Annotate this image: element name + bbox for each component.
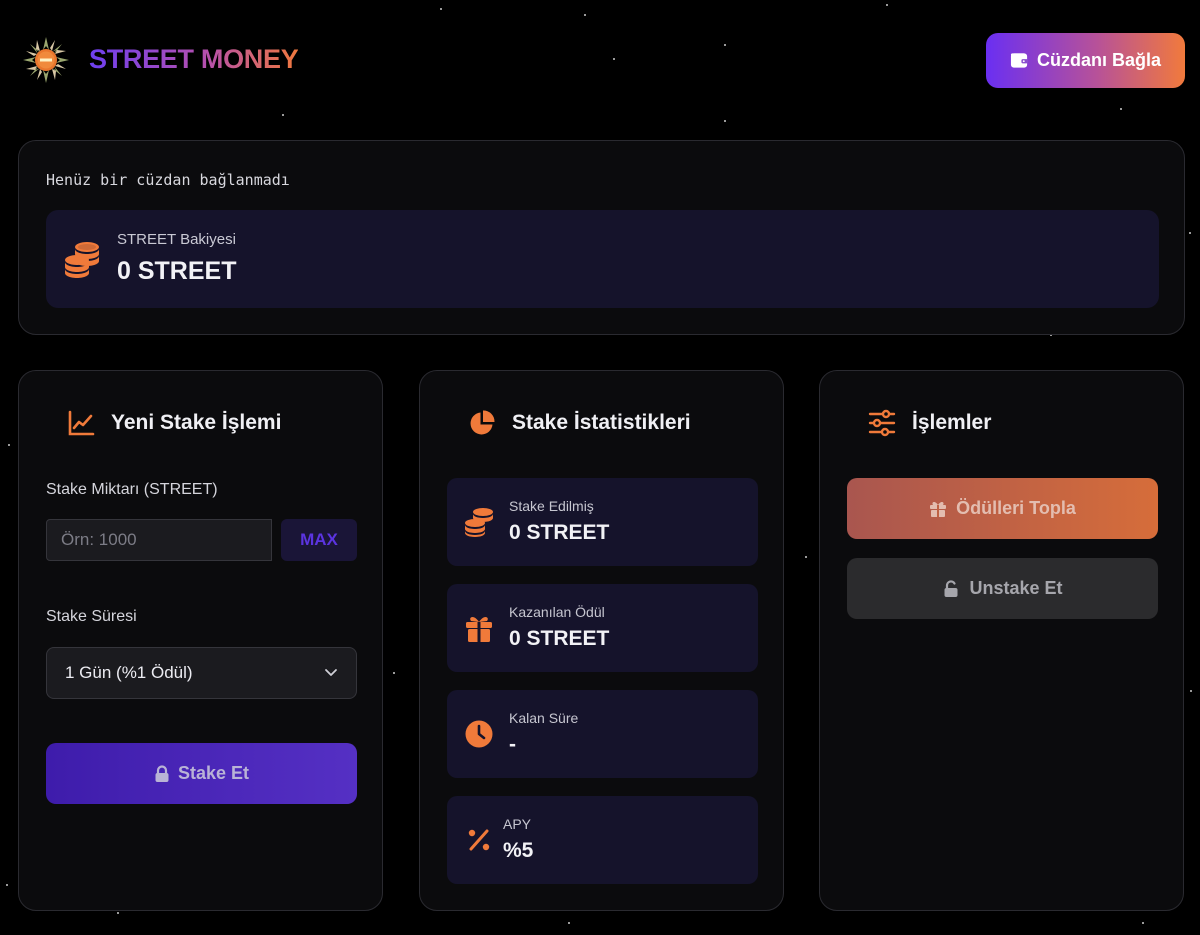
new-stake-title-text: Yeni Stake İşlemi (111, 411, 282, 434)
balance-value: 0 STREET (117, 257, 237, 285)
brand-title: STREET MONEY (89, 44, 299, 74)
max-button[interactable]: MAX (281, 519, 357, 561)
chevron-down-icon (325, 669, 337, 676)
stat-staked-value: 0 STREET (509, 521, 610, 544)
stat-apy-value: %5 (503, 839, 534, 862)
actions-title-text: İşlemler (912, 411, 992, 434)
stats-title: Stake İstatistikleri (468, 409, 691, 437)
stat-earned-label: Kazanılan Ödül (509, 604, 605, 620)
balance-box: STREET Bakiyesi 0 STREET (46, 210, 1159, 308)
connect-wallet-button[interactable]: Cüzdanı Bağla (986, 33, 1185, 88)
stat-remaining: Kalan Süre - (447, 690, 758, 778)
stake-button[interactable]: Stake Et (46, 743, 357, 804)
wallet-status-text: Henüz bir cüzdan bağlanmadı (46, 171, 290, 189)
street-money-logo[interactable] (22, 36, 70, 84)
pie-chart-icon (470, 410, 495, 435)
balance-label: STREET Bakiyesi (117, 231, 236, 248)
lock-icon (155, 764, 169, 782)
amount-label: Stake Miktarı (STREET) (46, 481, 218, 498)
wallet-panel: Henüz bir cüzdan bağlanmadı STREET Bakiy… (18, 140, 1185, 335)
stat-apy: APY %5 (447, 796, 758, 884)
stat-apy-label: APY (503, 816, 532, 832)
stats-title-text: Stake İstatistikleri (512, 411, 691, 434)
collect-rewards-label: Ödülleri Topla (956, 498, 1076, 518)
stat-staked: Stake Edilmiş 0 STREET (447, 478, 758, 566)
stake-button-label: Stake Et (177, 763, 250, 783)
app-header: STREET MONEY Cüzdanı Bağla (0, 0, 1200, 120)
stat-remaining-label: Kalan Süre (509, 710, 579, 726)
stat-earned: Kazanılan Ödül 0 STREET (447, 584, 758, 672)
actions-panel: İşlemler Ödülleri Topla Unstake Et (819, 370, 1184, 911)
gift-icon (466, 616, 492, 642)
unstake-label: Unstake Et (969, 578, 1063, 598)
stake-amount-input[interactable] (46, 519, 272, 561)
sliders-icon (868, 409, 896, 437)
coins-icon (465, 508, 493, 537)
percent-icon (468, 829, 490, 851)
wallet-icon (1010, 53, 1029, 68)
new-stake-panel: Yeni Stake İşlemi Stake Miktarı (STREET)… (18, 370, 383, 911)
duration-select[interactable]: 1 Gün (%1 Ödül) (46, 647, 357, 699)
actions-title: İşlemler (868, 409, 991, 437)
gift-icon (930, 501, 947, 517)
new-stake-title: Yeni Stake İşlemi (67, 409, 281, 437)
coins-icon (65, 242, 99, 278)
duration-label: Stake Süresi (46, 608, 137, 625)
chart-line-icon (68, 410, 95, 436)
stat-staked-label: Stake Edilmiş (509, 498, 594, 514)
collect-rewards-button[interactable]: Ödülleri Topla (847, 478, 1158, 539)
unstake-button[interactable]: Unstake Et (847, 558, 1158, 619)
connect-wallet-label: Cüzdanı Bağla (1036, 50, 1161, 70)
stat-earned-value: 0 STREET (509, 627, 610, 650)
duration-selected-value: 1 Gün (%1 Ödül) (65, 663, 193, 682)
unlock-icon (944, 579, 958, 597)
stake-stats-panel: Stake İstatistikleri Stake Edilmiş 0 STR… (419, 370, 784, 911)
clock-icon (465, 720, 493, 748)
stat-remaining-value: - (509, 733, 516, 756)
